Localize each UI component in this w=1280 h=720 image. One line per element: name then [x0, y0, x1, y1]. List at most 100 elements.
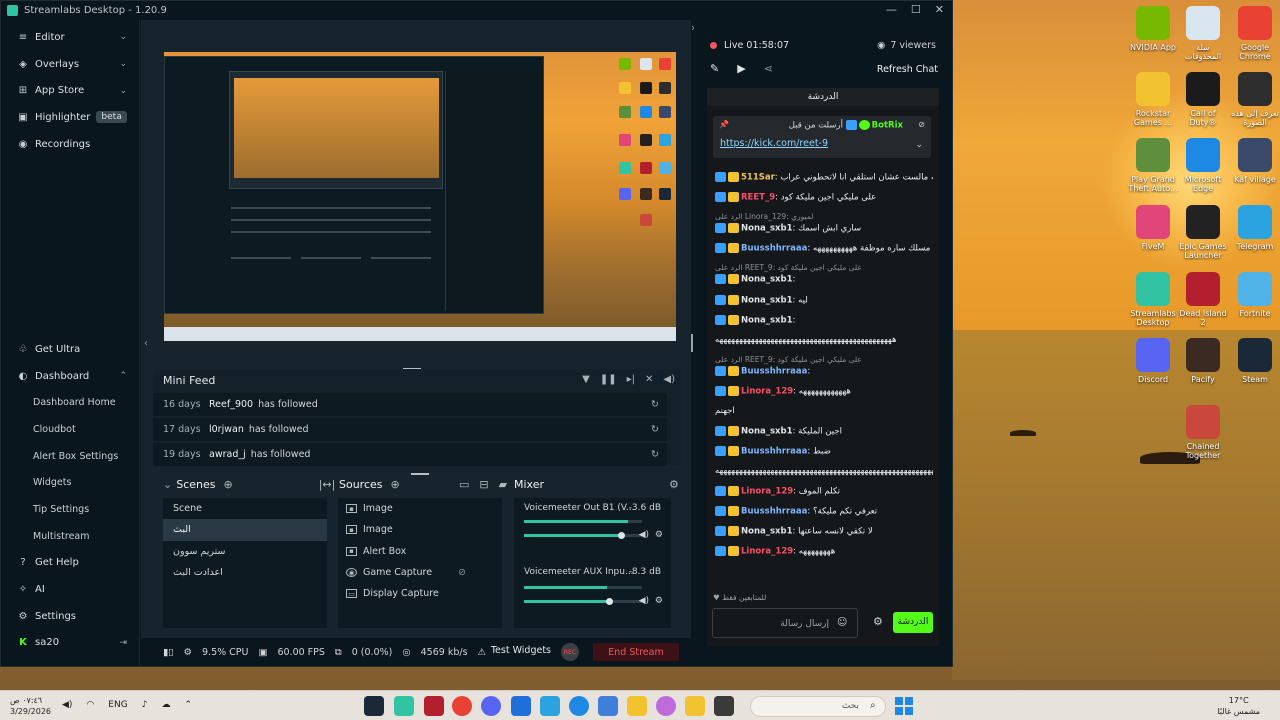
chat-settings-icon[interactable]: ⚙	[873, 615, 883, 628]
chat-username[interactable]: Nona_sxb1	[741, 296, 793, 306]
desktop-icon[interactable]: تعرف إلى هذه الصورة	[1230, 72, 1280, 127]
scene-item[interactable]: اعدادت البث	[163, 562, 327, 583]
app-taskbar-icon[interactable]	[511, 696, 531, 716]
chat-username[interactable]: Nona_sxb1	[741, 527, 793, 537]
replay-icon[interactable]: ↻	[651, 449, 659, 460]
mute-alerts-icon[interactable]: ✕	[645, 374, 653, 385]
chat-username[interactable]: Nona_sxb1	[741, 427, 793, 437]
desktop-icon[interactable]: Fortnite	[1230, 272, 1280, 318]
chat-username[interactable]: Nona_sxb1	[741, 316, 793, 326]
windows-start-icon[interactable]	[895, 697, 913, 715]
layout-icon[interactable]: ▭	[459, 478, 469, 491]
sidebar-item-get-ultra[interactable]: ♧ Get Ultra	[1, 336, 139, 363]
desktop-icon[interactable]: Dead Island 2	[1178, 272, 1228, 327]
desktop-icon[interactable]: Call of Duty®	[1178, 72, 1228, 127]
chat-username[interactable]: Nona_sxb1	[741, 224, 793, 234]
emoji-icon[interactable]: ☺	[837, 617, 847, 628]
task-view-icon[interactable]	[714, 696, 734, 716]
pause-icon[interactable]: ❚❚	[600, 374, 617, 385]
chat-username[interactable]: 511Sar	[741, 173, 775, 183]
source-item[interactable]: ◉ Game Capture ⊘	[338, 562, 502, 583]
channel-gear-icon[interactable]: ⚙	[655, 530, 663, 540]
replay-icon[interactable]: ↻	[651, 399, 659, 410]
desktop-icon[interactable]: Microsoft Edge	[1178, 138, 1228, 193]
desktop-icon[interactable]: Pacify	[1178, 338, 1228, 384]
sidebar-item-dashboard[interactable]: ◐ Dashboard ⌃	[1, 363, 139, 390]
sidebar-item-overlays[interactable]: ◈ Overlays ⌄	[1, 51, 139, 78]
mixer-gear-icon[interactable]: ⚙	[669, 476, 679, 492]
volume-knob[interactable]	[605, 598, 613, 605]
sidebar-item-recordings[interactable]: ◉ Recordings	[1, 131, 139, 158]
notifications-icon[interactable]: ⚠	[478, 647, 487, 658]
test-widgets-button[interactable]: Test Widgets	[491, 645, 551, 656]
add-source-icon[interactable]: ⊕	[391, 478, 400, 491]
close-icon[interactable]: ✕	[935, 3, 944, 16]
chat-username[interactable]: Buusshhrraaa	[741, 507, 807, 517]
game-taskbar-icon[interactable]	[424, 696, 444, 716]
logout-icon[interactable]: ⇥	[119, 638, 127, 648]
visibility-off-icon[interactable]: ⊘	[458, 567, 466, 578]
channel-gear-icon[interactable]: ⚙	[655, 596, 663, 606]
filter-icon[interactable]: ▼	[582, 374, 590, 385]
discord-taskbar-icon[interactable]	[481, 696, 501, 716]
chevron-down-icon[interactable]: ⌄	[915, 140, 923, 150]
cloud-icon[interactable]: ☁	[161, 700, 170, 710]
refresh-chat-button[interactable]: Refresh Chat	[877, 64, 938, 75]
group-icon[interactable]: ⊟	[479, 478, 488, 491]
desktop-icon[interactable]: Chained Together	[1178, 405, 1228, 460]
scene-item[interactable]: Scene	[163, 498, 327, 519]
minimize-icon[interactable]: —	[886, 3, 897, 16]
volume-icon[interactable]: ◀)	[663, 374, 675, 385]
skip-icon[interactable]: ▸|	[627, 374, 635, 385]
end-stream-button[interactable]: End Stream	[593, 643, 679, 661]
maximize-icon[interactable]: ☐	[911, 3, 921, 16]
resize-handle[interactable]	[411, 473, 429, 475]
chat-username[interactable]: Buusshhrraaa	[741, 447, 807, 457]
clock[interactable]: ٠٧:٤٦ ص 3/29/2026	[10, 695, 51, 717]
desktop-icon[interactable]: Steam	[1230, 338, 1280, 384]
store-taskbar-icon[interactable]	[598, 696, 618, 716]
chat-send-button[interactable]: الدردشة	[893, 612, 933, 633]
desktop-icon[interactable]: Streamlabs Desktop	[1128, 272, 1178, 327]
desktop-icon[interactable]: FiveM	[1128, 205, 1178, 251]
sidebar-item-highlighter[interactable]: ▣ Highlighter beta	[1, 104, 139, 131]
stats-icon[interactable]: ▮▯	[163, 647, 173, 658]
sidebar-item-get-help[interactable]: ? Get Help	[1, 550, 139, 577]
pinned-link[interactable]: https://kick.com/reet-9	[720, 138, 828, 149]
unpin-icon[interactable]: ⊘	[918, 120, 925, 129]
chat-username[interactable]: Buusshhrraaa	[741, 244, 807, 254]
speaker-icon[interactable]: ◀)	[639, 596, 649, 606]
add-scene-icon[interactable]: ⊕	[224, 478, 233, 491]
edit-stream-info-icon[interactable]: ✎	[710, 62, 719, 75]
sidebar-subitem[interactable]: Dashboard Home	[1, 389, 139, 416]
desktop-icon[interactable]: Discord	[1128, 338, 1178, 384]
volume-slider[interactable]	[524, 598, 642, 605]
stream-preview[interactable]	[164, 52, 676, 341]
language-indicator[interactable]: ENG	[108, 700, 127, 710]
desktop-icon[interactable]: Rockstar Games ...	[1128, 72, 1178, 127]
sidebar-item-ai[interactable]: ✧ AI	[1, 576, 139, 603]
streamlabs-taskbar-icon[interactable]	[394, 696, 414, 716]
desktop-icon[interactable]: Telegram	[1230, 205, 1280, 251]
sidebar-subitem[interactable]: Tip Settings	[1, 496, 139, 523]
source-item[interactable]: ▭ Display Capture	[338, 583, 502, 604]
wifi-icon[interactable]: ◠	[86, 700, 94, 710]
source-item[interactable]: ▪ Image	[338, 519, 502, 540]
chat-resize-handle[interactable]	[691, 334, 693, 352]
rockstar-taskbar-icon[interactable]	[685, 696, 705, 716]
chat-username[interactable]: Nona_sxb1	[741, 275, 793, 285]
desktop-icon[interactable]: سلة المحذوفات	[1178, 6, 1228, 61]
copilot-taskbar-icon[interactable]	[656, 696, 676, 716]
steam-taskbar-icon[interactable]	[364, 696, 384, 716]
chat-username[interactable]: Linora_129	[741, 487, 793, 497]
chevron-down-icon[interactable]: ⌄	[163, 478, 172, 491]
edge-taskbar-icon[interactable]	[569, 696, 589, 716]
rec-icon[interactable]: REC	[561, 643, 579, 661]
chat-username[interactable]: REET_9	[741, 193, 775, 203]
sidebar-user[interactable]: Ksa20 ⇥	[1, 630, 139, 657]
collapse-sidebar-icon[interactable]: ‹	[144, 338, 148, 349]
desktop-icon[interactable]: Kaf village	[1230, 138, 1280, 184]
chat-username[interactable]: Linora_129	[741, 547, 793, 557]
scene-item[interactable]: ستريم سوون	[163, 541, 327, 562]
desktop-icon[interactable]: Google Chrome	[1230, 6, 1280, 61]
